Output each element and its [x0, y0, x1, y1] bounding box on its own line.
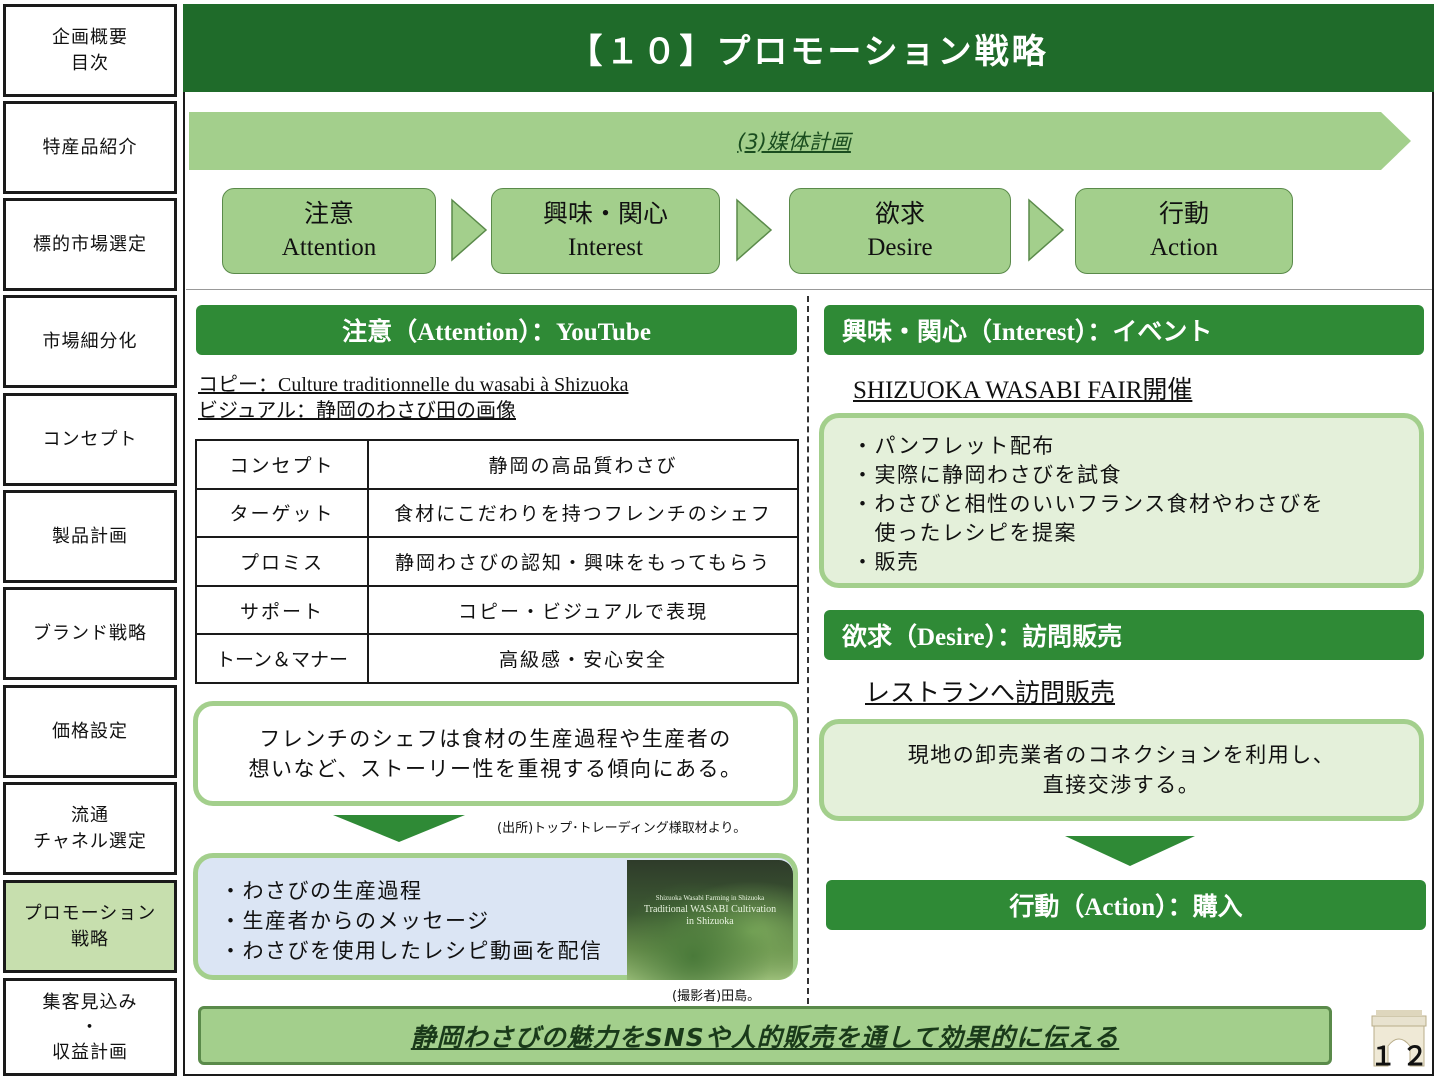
- event-item: ・わさびと相性のいいフランス食材やわさびを: [852, 492, 1325, 516]
- insight-box: フレンチのシェフは食材の生産過程や生産者の 想いなど、ストーリー性を重視する傾向…: [193, 701, 798, 806]
- action-header: 行動（Action）：購入: [826, 880, 1426, 930]
- event-item: 使ったレシピを提案: [852, 521, 1077, 545]
- table-value: 食材にこだわりを持つフレンチのシェフ: [367, 487, 799, 539]
- column-divider: [807, 296, 809, 1004]
- desire-box: 現地の卸売業者のコネクションを利用し、 直接交渉する。: [819, 719, 1424, 821]
- photo-credit: (撮影者)田島。: [672, 989, 761, 1004]
- insight-line: フレンチのシェフは食材の生産過程や生産者の: [259, 726, 732, 751]
- photo-caption: Shizuoka Wasabi Farming in Shizuoka Trad…: [627, 892, 793, 928]
- chevron-right-icon: [736, 198, 773, 262]
- section-subtitle: (3)媒体計画: [737, 130, 851, 154]
- aida-step-en: Interest: [568, 234, 643, 261]
- table-value: 静岡の高品質わさび: [367, 439, 799, 490]
- attention-header: 注意（Attention）：YouTube: [196, 305, 797, 355]
- page-number: １２: [1370, 1042, 1435, 1072]
- sidebar-item-product-intro[interactable]: 特産品紹介: [3, 101, 177, 194]
- aida-step-en: Desire: [867, 234, 933, 261]
- desire-line: 直接交渉する。: [1042, 773, 1201, 797]
- aida-step-interest: 興味・関心 Interest: [491, 188, 720, 274]
- divider: [186, 289, 1432, 290]
- aida-step-jp: 興味・関心: [542, 201, 668, 228]
- wasabi-field-photo: Shizuoka Wasabi Farming in Shizuoka Trad…: [627, 860, 793, 980]
- photo-caption-line: Shizuoka Wasabi Farming in Shizuoka: [655, 894, 765, 902]
- event-item: ・実際に静岡わさびを試食: [852, 463, 1122, 487]
- table-key: トーン＆マナー: [195, 633, 369, 684]
- desire-line: 現地の卸売業者のコネクションを利用し、: [907, 743, 1336, 767]
- arrow-down-icon: [1065, 836, 1195, 866]
- visual-line: ビジュアル：静岡のわさび田の画像: [198, 400, 516, 422]
- sidebar-item-promotion[interactable]: プロモーション 戦略: [3, 880, 177, 973]
- interest-header: 興味・関心（Interest）：イベント: [824, 305, 1424, 355]
- sidebar-item-revenue[interactable]: 集客見込み ・ 収益計画: [3, 978, 177, 1076]
- insight-line: 想いなど、ストーリー性を重視する傾向にある。: [248, 756, 743, 781]
- aida-step-en: Attention: [281, 234, 377, 261]
- arrow-down-icon: [333, 815, 465, 842]
- sidebar-item-segmentation[interactable]: 市場細分化: [3, 295, 177, 388]
- sidebar-item-product-plan[interactable]: 製品計画: [3, 490, 177, 583]
- sidebar-item-concept[interactable]: コンセプト: [3, 393, 177, 486]
- chevron-right-icon: [451, 198, 488, 262]
- table-key: プロミス: [195, 536, 369, 587]
- table-key: ターゲット: [195, 487, 369, 539]
- table-key: コンセプト: [195, 439, 369, 490]
- aida-step-desire: 欲求 Desire: [789, 188, 1011, 274]
- table-row: プロミス 静岡わさびの認知・興味をもってもらう: [195, 536, 799, 587]
- photo-caption-line: in Shizuoka: [686, 916, 734, 927]
- event-item: ・販売: [852, 550, 920, 574]
- aida-step-jp: 注意: [303, 201, 354, 228]
- copy-line: コピー：Culture traditionnelle du wasabi à S…: [198, 374, 629, 396]
- summary-banner: 静岡わさびの魅力をSNSや人的販売を通して効果的に伝える: [198, 1006, 1332, 1065]
- plan-table: コンセプト 静岡の高品質わさび ターゲット 食材にこだわりを持つフレンチのシェフ プ…: [195, 439, 799, 684]
- aida-step-en: Action: [1149, 234, 1219, 261]
- sidebar-item-overview[interactable]: 企画概要 目次: [3, 4, 177, 97]
- event-item: ・パンフレット配布: [852, 434, 1055, 458]
- table-row: トーン＆マナー 高級感・安心安全: [195, 633, 799, 684]
- event-title: SHIZUOKA WASABI FAIR開催: [853, 377, 1193, 404]
- aida-step-attention: 注意 Attention: [222, 188, 436, 274]
- table-value: 静岡わさびの認知・興味をもってもらう: [367, 536, 799, 587]
- aida-step-jp: 行動: [1158, 201, 1209, 228]
- table-row: ターゲット 食材にこだわりを持つフレンチのシェフ: [195, 487, 799, 539]
- table-value: 高級感・安心安全: [367, 633, 799, 684]
- aida-step-action: 行動 Action: [1075, 188, 1293, 274]
- sidebar-item-pricing[interactable]: 価格設定: [3, 685, 177, 778]
- sidebar-item-channel[interactable]: 流通 チャネル選定: [3, 782, 177, 875]
- table-row: コンセプト 静岡の高品質わさび: [195, 439, 799, 490]
- sidebar-item-brand-strategy[interactable]: ブランド戦略: [3, 587, 177, 680]
- desire-header: 欲求（Desire）：訪問販売: [824, 610, 1424, 660]
- table-value: コピー・ビジュアルで表現: [367, 584, 799, 636]
- aida-step-jp: 欲求: [874, 201, 925, 228]
- chevron-right-icon: [1028, 198, 1065, 262]
- table-key: サポート: [195, 584, 369, 636]
- desire-title: レストランへ訪問販売: [865, 680, 1116, 707]
- insight-source: (出所)トップ･トレーディング様取材より。: [497, 821, 747, 836]
- event-box: ・パンフレット配布 ・実際に静岡わさびを試食 ・わさびと相性のいいフランス食材や…: [819, 413, 1424, 588]
- page-title: 【１０】プロモーション戦略: [183, 4, 1434, 92]
- sidebar-item-target-market[interactable]: 標的市場選定: [3, 198, 177, 291]
- photo-caption-line: Traditional WASABI Cultivation: [643, 904, 777, 915]
- table-row: サポート コピー・ビジュアルで表現: [195, 584, 799, 636]
